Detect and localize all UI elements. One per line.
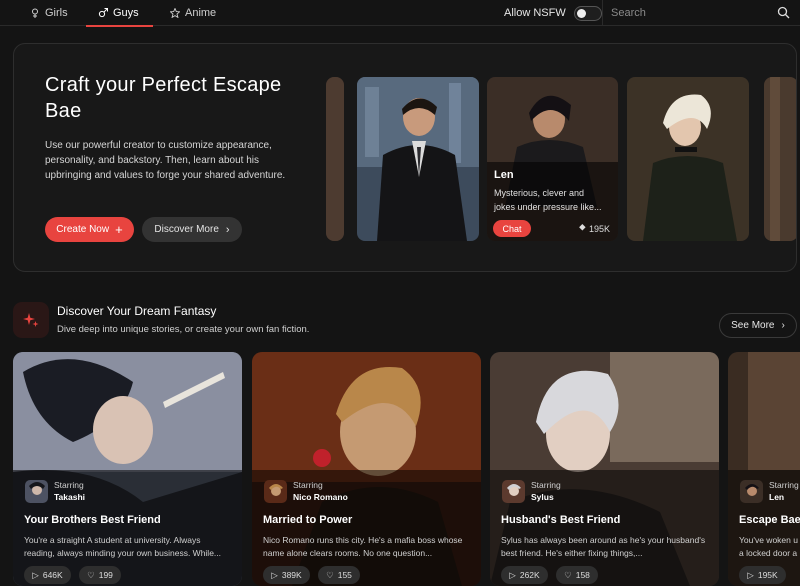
character-portrait-image: [627, 77, 749, 241]
create-now-label: Create Now: [56, 224, 110, 235]
section-subtitle: Dive deep into unique stories, or create…: [57, 324, 310, 335]
tab-guys-label: Guys: [113, 7, 139, 19]
heart-icon: ♡: [564, 569, 572, 580]
plays-count: ▷ 646K: [24, 566, 71, 584]
hero-title: Craft your Perfect Escape Bae: [45, 74, 282, 122]
star-icon: [170, 8, 180, 18]
heart-icon: ♡: [326, 569, 334, 580]
tab-girls[interactable]: Girls: [30, 0, 68, 26]
character-portrait-image: [326, 77, 344, 241]
likes-count[interactable]: ♡ 158: [556, 566, 598, 584]
avatar: [25, 480, 48, 503]
likes-value: 155: [337, 570, 352, 580]
avatar: [502, 480, 525, 503]
character-card-white-hair[interactable]: [627, 77, 749, 241]
avatar: [264, 480, 287, 503]
character-card-partial-left[interactable]: [326, 77, 344, 241]
chat-count-value: 195K: [588, 223, 610, 234]
character-portrait-image: [487, 77, 618, 241]
story-card[interactable]: Starring Len Escape Bae You've woken u a…: [728, 352, 800, 586]
plays-count: ▷ 389K: [263, 566, 310, 584]
plays-value: 195K: [757, 570, 778, 580]
story-title: Married to Power: [263, 514, 353, 526]
play-icon: ▷: [271, 569, 278, 580]
character-card-partial-right[interactable]: [764, 77, 796, 241]
plays-value: 262K: [519, 570, 540, 580]
discover-more-label: Discover More: [154, 224, 219, 235]
heart-icon: ♡: [87, 569, 95, 580]
story-description: Nico Romano runs this city. He's a mafia…: [263, 535, 463, 558]
featured-character-name: Len: [494, 169, 514, 181]
likes-value: 199: [98, 570, 113, 580]
sparkle-icon: [13, 302, 49, 338]
chevron-right-icon: ›: [781, 320, 785, 331]
play-icon: ▷: [509, 569, 516, 580]
avatar: [740, 480, 763, 503]
chat-bubbles-icon: ⯁: [578, 223, 586, 233]
starring-row: Starring Sylus: [502, 480, 561, 503]
character-name: Sylus: [531, 492, 554, 502]
chat-button[interactable]: Chat: [493, 220, 531, 237]
nsfw-setting: Allow NSFW: [504, 0, 602, 26]
see-more-button[interactable]: See More ›: [719, 313, 797, 338]
likes-count[interactable]: ♡ 199: [79, 566, 121, 584]
story-card[interactable]: Starring Takashi Your Brothers Best Frie…: [13, 352, 242, 586]
starring-row: Starring Takashi: [25, 480, 85, 503]
starring-row: Starring Len: [740, 480, 799, 503]
create-now-button[interactable]: Create Now +: [45, 217, 134, 242]
starring-label: Starring: [531, 480, 561, 490]
story-description: You've woken u a locked door a: [739, 535, 798, 558]
story-description: You're a straight A student at universit…: [24, 535, 222, 558]
tab-anime-label: Anime: [185, 7, 217, 19]
character-name: Takashi: [54, 492, 86, 502]
starring-row: Starring Nico Romano: [264, 480, 348, 503]
featured-character-description: Mysterious, clever and jokes under press…: [494, 188, 602, 212]
character-name: Len: [769, 492, 785, 502]
play-icon: ▷: [32, 569, 39, 580]
story-card[interactable]: Starring Sylus Husband's Best Friend Syl…: [490, 352, 719, 586]
story-description: Sylus has always been around as he's you…: [501, 535, 706, 558]
tab-girls-label: Girls: [45, 7, 68, 19]
male-icon: [98, 8, 108, 18]
plays-value: 389K: [281, 570, 302, 580]
chat-count: ⯁ 195K: [579, 223, 610, 234]
likes-count[interactable]: ♡ 155: [318, 566, 360, 584]
starring-label: Starring: [54, 480, 84, 490]
character-name: Nico Romano: [293, 492, 348, 502]
character-portrait-image: [764, 77, 796, 241]
featured-character-card[interactable]: Len Mysterious, clever and jokes under p…: [487, 77, 618, 241]
tab-anime[interactable]: Anime: [170, 0, 216, 26]
play-icon: ▷: [747, 569, 754, 580]
tab-guys[interactable]: Guys: [86, 0, 153, 27]
search-input[interactable]: [611, 7, 771, 19]
story-title: Your Brothers Best Friend: [24, 514, 161, 526]
story-title: Husband's Best Friend: [501, 514, 621, 526]
discover-more-button[interactable]: Discover More ›: [142, 217, 242, 242]
chevron-right-icon: ›: [225, 223, 230, 236]
search-icon[interactable]: [777, 6, 790, 19]
hero-banner: Craft your Perfect Escape Bae Use our po…: [13, 43, 797, 272]
starring-label: Starring: [769, 480, 799, 490]
female-icon: [32, 8, 38, 18]
story-title: Escape Bae: [739, 514, 800, 526]
plays-value: 646K: [42, 570, 63, 580]
hero-description: Use our powerful creator to customize ap…: [45, 140, 286, 181]
likes-value: 158: [575, 570, 590, 580]
section-title: Discover Your Dream Fantasy: [57, 304, 217, 318]
nsfw-toggle[interactable]: [573, 5, 602, 21]
character-card-suit[interactable]: [357, 77, 479, 241]
plus-icon: +: [115, 221, 123, 237]
search-bar: [602, 0, 800, 26]
plays-count: ▷ 195K: [739, 566, 786, 584]
starring-label: Starring: [293, 480, 323, 490]
see-more-label: See More: [731, 320, 775, 331]
story-card[interactable]: Starring Nico Romano Married to Power Ni…: [252, 352, 481, 586]
character-portrait-image: [357, 77, 479, 241]
plays-count: ▷ 262K: [501, 566, 548, 584]
top-navigation: Girls Guys Anime Allow NSFW: [0, 0, 800, 27]
nsfw-label: Allow NSFW: [504, 7, 566, 19]
